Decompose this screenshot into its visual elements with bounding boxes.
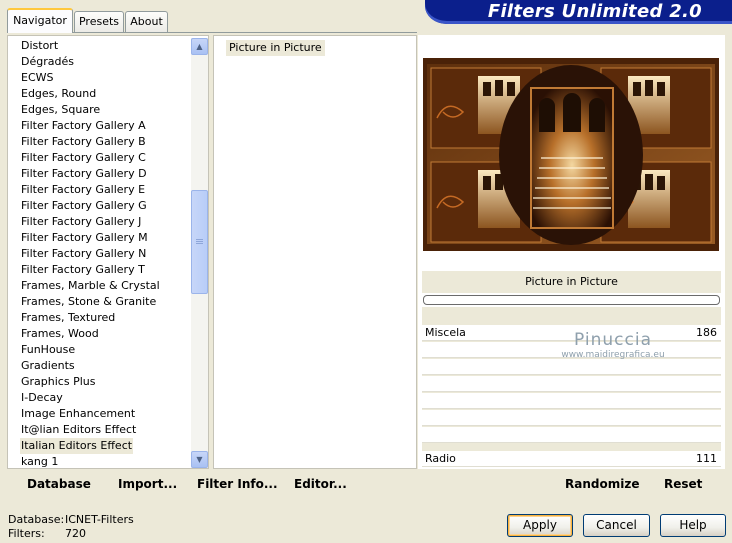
scroll-thumb[interactable] [191, 190, 208, 294]
database-value: ICNET-Filters [65, 513, 134, 526]
database-button[interactable]: Database [27, 477, 91, 491]
category-item[interactable]: Graphics Plus [20, 374, 96, 390]
help-button[interactable]: Help [660, 514, 726, 537]
category-item[interactable]: Image Enhancement [20, 406, 136, 422]
randomize-button[interactable]: Randomize [565, 477, 639, 491]
app-title: Filters Unlimited 2.0 [487, 1, 702, 22]
category-item[interactable]: Filter Factory Gallery J [20, 214, 142, 230]
scroll-up-button[interactable]: ▲ [191, 38, 208, 55]
slider-empty-4 [422, 393, 721, 409]
category-item[interactable]: Filter Factory Gallery G [20, 198, 148, 214]
category-scrollbar[interactable]: ▲ ▼ [191, 38, 208, 468]
cancel-button[interactable]: Cancel [583, 514, 650, 537]
category-item[interactable]: Edges, Square [20, 102, 101, 118]
category-item[interactable]: Gradients [20, 358, 76, 374]
category-item[interactable]: FunHouse [20, 342, 76, 358]
category-item[interactable]: Edges, Round [20, 86, 97, 102]
filter-item-selected[interactable]: Picture in Picture [226, 40, 325, 56]
tab-presets[interactable]: Presets [74, 11, 124, 32]
slider-radio[interactable]: Radio 111 [422, 451, 721, 467]
editor-button[interactable]: Editor... [294, 477, 347, 491]
app-banner: Filters Unlimited 2.0 [425, 0, 732, 24]
category-item[interactable]: Filter Factory Gallery N [20, 246, 147, 262]
category-item[interactable]: Distort [20, 38, 59, 54]
slider-empty-2 [422, 359, 721, 375]
category-item[interactable]: Filter Factory Gallery D [20, 166, 148, 182]
filter-toolbar: Randomize Reset [418, 470, 725, 498]
slider-empty-3 [422, 376, 721, 392]
filter-list[interactable]: Picture in Picture [213, 35, 417, 469]
category-item[interactable]: Filter Factory Gallery T [20, 262, 146, 278]
preview-panel: Picture in Picture Miscela 186 Radio 111… [418, 35, 725, 469]
category-item[interactable]: It@lian Editors Effect [20, 422, 137, 438]
category-item[interactable]: Frames, Wood [20, 326, 100, 342]
library-toolbar: Database Import... Filter Info... Editor… [7, 470, 417, 498]
category-list[interactable]: Distort Dégradés ECWS Edges, Round Edges, Sq… [7, 35, 209, 469]
category-item[interactable]: I-Decay [20, 390, 64, 406]
preview-image [423, 58, 719, 251]
watermark-name: Pinuccia [574, 330, 652, 350]
category-item[interactable]: Dégradés [20, 54, 75, 70]
filter-info-button[interactable]: Filter Info... [197, 477, 278, 491]
category-item[interactable]: Filter Factory Gallery M [20, 230, 149, 246]
scroll-down-button[interactable]: ▼ [191, 451, 208, 468]
category-item[interactable]: Frames, Marble & Crystal [20, 278, 161, 294]
slider-label: Radio [425, 452, 456, 465]
category-item[interactable]: Filter Factory Gallery E [20, 182, 146, 198]
slider-empty-6 [422, 427, 721, 443]
import-button[interactable]: Import... [118, 477, 177, 491]
category-item[interactable]: Filter Factory Gallery A [20, 118, 147, 134]
tab-about[interactable]: About [125, 11, 168, 32]
database-label: Database: [8, 513, 65, 526]
category-item[interactable]: Frames, Stone & Granite [20, 294, 157, 310]
tab-navigator[interactable]: Navigator [7, 8, 73, 33]
category-item[interactable]: Filter Factory Gallery B [20, 134, 147, 150]
category-item[interactable]: Frames, Textured [20, 310, 116, 326]
category-item[interactable]: kang 1 [20, 454, 59, 470]
filters-count-label: Filters: [8, 527, 45, 540]
slider-value: 111 [696, 452, 717, 465]
filters-count-value: 720 [65, 527, 86, 540]
category-item[interactable]: ECWS [20, 70, 55, 86]
progress-bar [423, 295, 720, 305]
slider-label: Miscela [425, 326, 466, 339]
slider-empty-5 [422, 410, 721, 426]
apply-button[interactable]: Apply [507, 514, 573, 537]
preview-artwork [423, 58, 719, 251]
filter-name-label: Picture in Picture [422, 271, 721, 293]
watermark-url: www.maidiregrafica.eu [561, 350, 665, 360]
category-item[interactable]: Italian Editors Effect [20, 438, 134, 454]
reset-button[interactable]: Reset [664, 477, 702, 491]
category-item[interactable]: Filter Factory Gallery C [20, 150, 147, 166]
